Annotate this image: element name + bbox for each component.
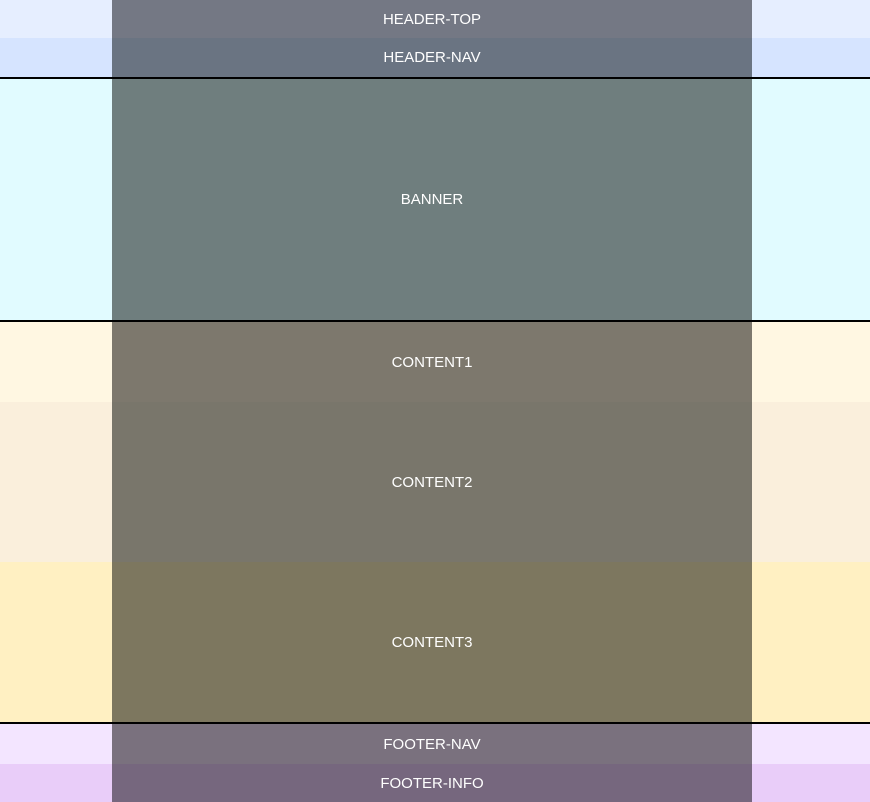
- header-nav: HEADER-NAV: [0, 38, 870, 77]
- header-top-label: HEADER-TOP: [112, 0, 752, 38]
- content3: CONTENT3: [0, 562, 870, 722]
- content3-label: CONTENT3: [112, 562, 752, 722]
- footer-info-label: FOOTER-INFO: [112, 764, 752, 802]
- banner: BANNER: [0, 79, 870, 320]
- content2: CONTENT2: [0, 402, 870, 562]
- footer-nav: FOOTER-NAV: [0, 724, 870, 764]
- footer-info: FOOTER-INFO: [0, 764, 870, 802]
- header-top: HEADER-TOP: [0, 0, 870, 38]
- content1-label: CONTENT1: [112, 322, 752, 402]
- content2-label: CONTENT2: [112, 402, 752, 562]
- header-nav-label: HEADER-NAV: [112, 38, 752, 77]
- footer-nav-label: FOOTER-NAV: [112, 724, 752, 764]
- banner-label: BANNER: [112, 79, 752, 320]
- content1: CONTENT1: [0, 322, 870, 402]
